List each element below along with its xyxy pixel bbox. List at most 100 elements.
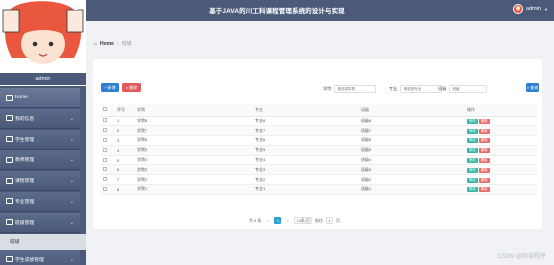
table-cell: 8 xyxy=(115,184,135,195)
row-actions: 修改 删除 xyxy=(465,184,537,195)
plus-icon: + xyxy=(104,85,107,90)
breadcrumb-separator: › xyxy=(116,40,119,47)
add-button[interactable]: + 新增 xyxy=(101,83,119,92)
table-row: 8 学院1 专业1 班级1 修改 删除 xyxy=(101,184,537,195)
sidebar-item-label: 专业管理 xyxy=(15,199,35,205)
row-checkbox[interactable] xyxy=(101,155,115,166)
sidebar-item-teachers[interactable]: 教师管理 ⌄ xyxy=(0,150,80,171)
filter-major: 专业 xyxy=(389,85,443,93)
add-button-label: 新增 xyxy=(107,84,116,90)
sidebar-item-label: 课程管理 xyxy=(15,179,35,185)
select-all-checkbox[interactable] xyxy=(101,104,115,117)
column-header: 专业 xyxy=(253,104,359,117)
edit-button[interactable]: 修改 xyxy=(467,187,478,193)
row-delete-button[interactable]: 删除 xyxy=(478,148,490,154)
goto-page-input[interactable]: 1 xyxy=(326,217,334,224)
student-icon xyxy=(6,136,13,143)
major-select[interactable] xyxy=(400,85,443,93)
chevron-down-icon: ⌄ xyxy=(69,157,74,164)
sidebar-item-label: 班级管理 xyxy=(15,220,35,226)
breadcrumb: ⌂ Home › 班级 xyxy=(94,40,132,48)
table-cell: 3 xyxy=(115,135,135,146)
sidebar-item-label: Home xyxy=(15,95,28,100)
edit-button[interactable]: 修改 xyxy=(467,158,478,164)
row-delete-button[interactable]: 删除 xyxy=(478,158,490,164)
table-cell: 专业6 xyxy=(253,135,359,146)
chevron-down-icon: ⌄ xyxy=(69,256,74,263)
row-delete-button[interactable]: 删除 xyxy=(478,177,490,183)
search-button-label: 查询 xyxy=(530,84,539,90)
row-delete-button[interactable]: 删除 xyxy=(478,167,490,173)
edit-button[interactable]: 修改 xyxy=(467,118,478,124)
search-button[interactable]: ⌕ 查询 xyxy=(526,83,539,92)
table-cell: 专业4 xyxy=(253,155,359,166)
table-cell: 2 xyxy=(115,125,135,137)
table-cell: 专业1 xyxy=(253,184,359,195)
row-checkbox[interactable] xyxy=(101,135,115,146)
main-content: ⌂ Home › 班级 + 新增 × 删除 学院 专业 班级 ⌕ 查询 xyxy=(86,21,554,265)
sidebar-username: admin xyxy=(35,76,51,82)
row-delete-button[interactable]: 删除 xyxy=(478,118,490,124)
table-cell: 专业5 xyxy=(253,145,359,156)
row-checkbox[interactable] xyxy=(101,116,115,127)
table-cell: 学院2 xyxy=(135,174,253,186)
table-cell: 班级1 xyxy=(359,184,465,195)
row-checkbox[interactable] xyxy=(101,184,115,195)
edit-button[interactable]: 修改 xyxy=(467,177,478,183)
sidebar-username-bar: admin xyxy=(0,73,86,85)
page-size-select[interactable]: 10条/页 xyxy=(294,217,313,224)
trash-icon: × xyxy=(125,85,129,90)
class-input[interactable] xyxy=(449,85,488,93)
row-actions: 修改 删除 xyxy=(465,174,537,186)
edit-button[interactable]: 修改 xyxy=(467,167,478,173)
delete-button[interactable]: × 删除 xyxy=(122,83,141,92)
next-page-button[interactable]: › xyxy=(284,217,291,224)
user-menu[interactable]: admin ▼ xyxy=(513,4,548,14)
row-delete-button[interactable]: 删除 xyxy=(478,187,490,193)
table-cell: 班级3 xyxy=(359,164,465,176)
table-row: 5 学院4 专业4 班级4 修改 删除 xyxy=(101,155,537,166)
breadcrumb-home[interactable]: Home xyxy=(100,41,114,47)
row-checkbox[interactable] xyxy=(101,145,115,156)
sidebar-item-grades[interactable]: 学生成绩管理 ⌄ xyxy=(0,249,80,265)
table-cell: 专业7 xyxy=(253,125,359,137)
table-cell: 班级6 xyxy=(359,135,465,146)
table-row: 2 学院7 专业7 班级7 修改 删除 xyxy=(101,125,537,137)
sidebar-item-label: 教师管理 xyxy=(15,158,35,164)
sidebar-subitem-class[interactable]: 班级 xyxy=(0,233,86,250)
major-icon xyxy=(6,198,13,205)
info-icon xyxy=(6,115,13,122)
row-actions: 修改 删除 xyxy=(465,164,537,176)
college-select[interactable] xyxy=(334,85,377,93)
table-cell: 班级4 xyxy=(359,155,465,166)
edit-button[interactable]: 修改 xyxy=(467,148,478,154)
edit-button[interactable]: 修改 xyxy=(467,138,478,144)
table-cell: 学院6 xyxy=(135,135,253,146)
prev-page-button[interactable]: ‹ xyxy=(264,217,271,224)
page-button[interactable]: 1 xyxy=(274,217,282,224)
table-row: 1 学院8 专业8 班级8 修改 删除 xyxy=(101,116,537,127)
grades-icon xyxy=(6,256,13,263)
table-cell: 4 xyxy=(115,145,135,156)
table-cell: 6 xyxy=(115,164,135,176)
user-name: admin xyxy=(526,6,542,12)
edit-button[interactable]: 修改 xyxy=(467,128,478,134)
row-checkbox[interactable] xyxy=(101,174,115,186)
column-header: 序号 xyxy=(115,104,135,117)
row-delete-button[interactable]: 删除 xyxy=(478,138,490,144)
course-icon xyxy=(6,177,13,184)
sidebar-item-home[interactable]: Home xyxy=(0,88,80,108)
home-icon: ⌂ xyxy=(94,40,98,47)
sidebar-item-students[interactable]: 学生管理 ⌄ xyxy=(0,129,80,150)
sidebar-item-classes[interactable]: 班级管理 ⌄ xyxy=(0,212,80,233)
sidebar-item-courses[interactable]: 课程管理 ⌄ xyxy=(0,171,80,192)
row-checkbox[interactable] xyxy=(101,164,115,176)
table-cell: 学院4 xyxy=(135,155,253,166)
row-actions: 修改 删除 xyxy=(465,135,537,146)
row-actions: 修改 删除 xyxy=(465,125,537,137)
sidebar-item-my-info[interactable]: 我的信息 ⌄ xyxy=(0,108,80,129)
row-actions: 修改 删除 xyxy=(465,145,537,156)
sidebar-item-majors[interactable]: 专业管理 ⌄ xyxy=(0,191,80,212)
row-delete-button[interactable]: 删除 xyxy=(478,128,490,134)
row-checkbox[interactable] xyxy=(101,125,115,137)
